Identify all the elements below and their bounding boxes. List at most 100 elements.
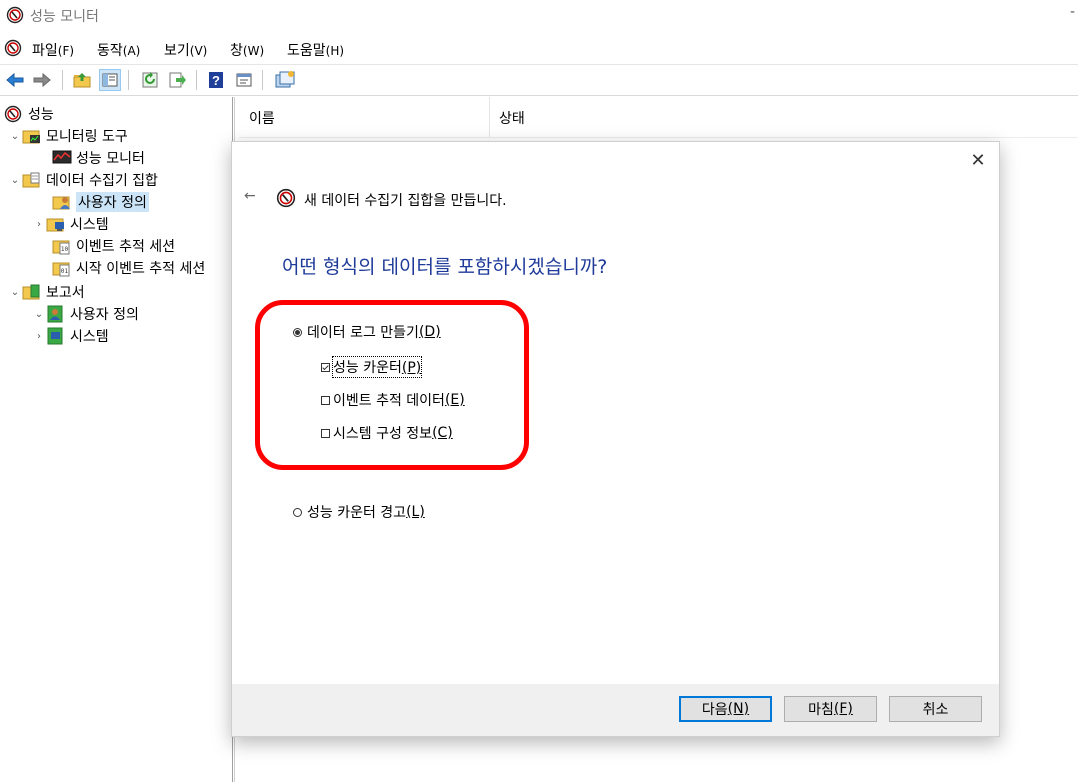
tree-item-event-trace-sessions[interactable]: 10 이벤트 추적 세션: [52, 235, 175, 257]
svg-text:?: ?: [212, 73, 220, 88]
checkbox-unchecked-icon: [321, 428, 330, 438]
toolbar-separator: [262, 70, 263, 90]
create-data-logs-radio[interactable]: 데이터 로그 만들기 (D): [293, 322, 441, 342]
perfmon-icon: [276, 188, 296, 212]
close-icon[interactable]: ✕: [968, 150, 988, 171]
cancel-button-label: 취소: [922, 702, 949, 718]
tree-item-reports-system[interactable]: › 시스템: [32, 325, 109, 347]
tree-item-reports-user-defined[interactable]: ⌄ 사용자 정의: [32, 303, 139, 325]
forward-arrow-icon[interactable]: [32, 70, 52, 90]
back-arrow-icon[interactable]: [5, 70, 25, 90]
system-menu-icon[interactable]: [4, 39, 22, 61]
checkbox-checked-icon: [321, 362, 330, 372]
tree-item-performance[interactable]: 성능: [4, 103, 54, 125]
tree-item-label: 성능 모니터: [76, 151, 145, 167]
back-arrow-button[interactable]: ←: [244, 188, 256, 204]
system-icon: [46, 215, 66, 233]
svg-text:01: 01: [61, 268, 69, 275]
radio-unselected-icon: [293, 507, 302, 517]
system-config-label: 시스템 구성 정보: [333, 426, 433, 442]
tree-item-label: 사용자 정의: [70, 307, 139, 323]
column-header-status[interactable]: 상태: [499, 108, 525, 128]
tree-item-label: 사용자 정의: [76, 192, 149, 212]
checkbox-unchecked-icon: [321, 395, 330, 405]
performance-monitor-icon: [52, 149, 72, 167]
menu-help[interactable]: 도움말(H): [287, 40, 344, 60]
up-folder-icon[interactable]: [72, 70, 92, 90]
performance-counter-text: 성능 카운터(P): [331, 356, 423, 378]
tree-item-label: 보고서: [46, 285, 85, 301]
next-button-label: 다음: [701, 702, 728, 718]
user-defined-icon: [52, 193, 72, 211]
menu-action-key: (A): [122, 44, 141, 58]
chevron-down-icon[interactable]: ⌄: [8, 175, 22, 186]
create-data-logs-label: 데이터 로그 만들기: [307, 325, 419, 341]
svg-text:10: 10: [61, 246, 69, 253]
menu-window-key: (W): [242, 44, 265, 58]
menu-file[interactable]: 파일(F): [32, 40, 74, 60]
performance-counter-label: 성능 카운터: [333, 360, 402, 376]
menu-view-label: 보기: [164, 43, 190, 59]
chevron-down-icon[interactable]: ⌄: [8, 287, 22, 298]
cancel-button[interactable]: 취소: [889, 696, 982, 722]
monitoring-tools-icon: [22, 127, 42, 145]
finish-button-label: 마침: [808, 702, 834, 718]
user-defined-reports-icon: [46, 305, 66, 323]
column-divider[interactable]: [489, 97, 490, 137]
navigation-tree: 성능 ⌄ 모니터링 도구 성능 모니터 ⌄ 데이터 수집기 집합 사용자 정의 …: [0, 97, 233, 782]
new-window-icon[interactable]: [274, 70, 295, 90]
tree-item-label: 성능: [28, 107, 54, 123]
tree-item-label: 시스템: [70, 329, 109, 345]
menu-view-key: (V): [189, 44, 208, 58]
tree-item-data-collector-sets[interactable]: ⌄ 데이터 수집기 집합: [8, 169, 158, 191]
data-collector-set-icon: [22, 171, 42, 189]
tree-item-monitoring-tools[interactable]: ⌄ 모니터링 도구: [8, 125, 128, 147]
menu-action[interactable]: 동작(A): [97, 40, 140, 60]
column-header-name[interactable]: 이름: [249, 108, 275, 128]
next-button[interactable]: 다음 (N): [679, 696, 772, 722]
properties-icon[interactable]: [234, 70, 254, 90]
create-data-logs-key: (D): [418, 324, 441, 340]
tree-item-performance-monitor[interactable]: 성능 모니터: [52, 147, 145, 169]
system-config-checkbox[interactable]: 시스템 구성 정보 (C): [321, 423, 453, 443]
new-data-collector-set-wizard: ✕ ← 새 데이터 수집기 집합을 만듭니다. 어떤 형식의 데이터를 포함하시…: [231, 141, 1000, 737]
perfmon-app-icon: [6, 6, 24, 28]
menu-file-key: (F): [57, 44, 75, 58]
wizard-footer: 다음 (N) 마침 (F) 취소: [232, 684, 999, 736]
tree-item-label: 모니터링 도구: [46, 129, 128, 145]
chevron-down-icon[interactable]: ⌄: [8, 131, 22, 142]
list-header: 이름 상태: [239, 97, 1078, 138]
tree-item-label: 이벤트 추적 세션: [76, 239, 176, 255]
finish-button-key: (F): [833, 701, 853, 717]
show-hide-tree-icon[interactable]: [99, 69, 121, 91]
event-trace-data-checkbox[interactable]: 이벤트 추적 데이터 (E): [321, 390, 465, 410]
radio-selected-icon: [293, 327, 302, 337]
chevron-right-icon[interactable]: ›: [32, 219, 46, 230]
refresh-icon[interactable]: [140, 70, 160, 90]
menu-help-key: (H): [325, 44, 345, 58]
tree-item-label: 데이터 수집기 집합: [46, 173, 158, 189]
menu-action-label: 동작: [97, 43, 123, 59]
menu-window[interactable]: 창(W): [230, 40, 264, 60]
chevron-right-icon[interactable]: ›: [32, 331, 46, 342]
minimize-button[interactable]: -: [1070, 4, 1075, 20]
wizard-question: 어떤 형식의 데이터를 포함하시겠습니까?: [282, 256, 608, 278]
help-icon[interactable]: ?: [206, 70, 226, 90]
tree-item-system[interactable]: › 시스템: [32, 213, 109, 235]
export-list-icon[interactable]: [167, 70, 187, 90]
menu-view[interactable]: 보기(V): [164, 40, 207, 60]
chevron-down-icon[interactable]: ⌄: [32, 309, 46, 320]
performance-counter-checkbox[interactable]: 성능 카운터(P): [321, 356, 423, 378]
finish-button[interactable]: 마침 (F): [784, 696, 877, 722]
performance-counter-alert-radio[interactable]: 성능 카운터 경고 (L): [293, 502, 425, 522]
tree-item-label: 시작 이벤트 추적 세션: [76, 261, 206, 277]
menu-window-label: 창: [230, 43, 243, 59]
tree-item-label: 시스템: [70, 217, 109, 233]
menu-help-label: 도움말: [287, 43, 326, 59]
tree-item-user-defined[interactable]: 사용자 정의: [52, 191, 149, 213]
tree-item-reports[interactable]: ⌄ 보고서: [8, 281, 85, 303]
performance-counter-alert-key: (L): [406, 504, 425, 520]
performance-counter-key: (P): [401, 360, 422, 376]
wizard-title: 새 데이터 수집기 집합을 만듭니다.: [304, 193, 507, 209]
tree-item-startup-event-trace-sessions[interactable]: 01 시작 이벤트 추적 세션: [52, 257, 205, 279]
